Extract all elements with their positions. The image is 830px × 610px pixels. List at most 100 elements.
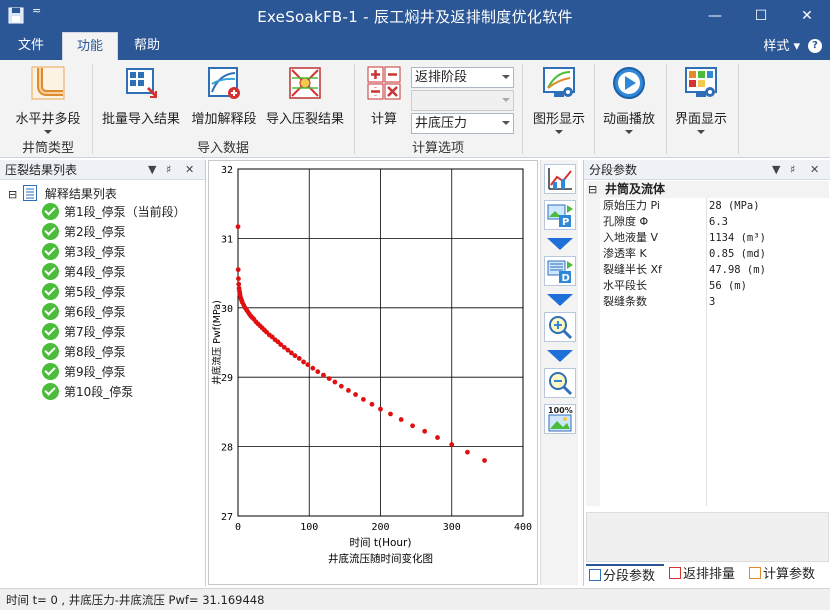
export-data-icon: D (547, 260, 573, 284)
pin-icon[interactable]: ♯ (790, 160, 795, 180)
dropdown-arrow-icon (625, 130, 633, 134)
property-category[interactable]: ⊟ 井筒及流体 (586, 181, 829, 198)
list-item-label: 第7段_停泵 (64, 325, 126, 339)
menu-bar: 文件 功能 帮助 样式 ▾ ? (0, 32, 830, 60)
add-segment-button[interactable]: 增加解释段 (186, 66, 262, 127)
property-description (586, 512, 829, 562)
data-point (398, 417, 404, 422)
chevron-down-icon (502, 121, 510, 125)
calculator-icon (367, 66, 401, 100)
stage-select[interactable]: 返排阶段 (411, 67, 514, 88)
property-value[interactable]: 56 (m) (709, 278, 747, 294)
tab-segment-params[interactable]: 分段参数 (586, 564, 664, 586)
pressure-time-chart[interactable]: 0 100 200 300 400272829303132时间 t(Hour)井底流压随… (209, 161, 539, 586)
category-collapse-icon[interactable]: ⊟ (588, 183, 597, 196)
chart-type-icon (548, 168, 572, 190)
horizontal-multistage-button[interactable]: 水平井多段 (8, 66, 88, 134)
import-frac-label: 导入压裂结果 (265, 112, 344, 127)
panel-dropdown-icon[interactable]: ▼ (148, 160, 156, 180)
tree-root[interactable]: ⊟ 解释结果列表 (8, 182, 117, 202)
ribbon-separator (522, 64, 523, 154)
chevron-down-icon[interactable] (546, 348, 574, 364)
property-row[interactable]: 裂缝半长 Xf 47.98 (m) (586, 262, 829, 278)
menu-function[interactable]: 功能 (62, 32, 118, 60)
list-item-label: 第5段_停泵 (64, 285, 126, 299)
tree-collapse-icon[interactable]: ⊟ (8, 188, 17, 201)
svg-text:P: P (562, 217, 569, 228)
list-item[interactable]: 第1段_停泵（当前段） (42, 202, 186, 222)
list-item[interactable]: 第10段_停泵 (42, 382, 133, 402)
style-menu-label: 样式 (763, 39, 790, 54)
animation-play-icon (613, 67, 645, 99)
property-row[interactable]: 水平段长 56 (m) (586, 278, 829, 294)
property-row[interactable]: 渗透率 K 0.85 (md) (586, 246, 829, 262)
data-point (315, 369, 321, 375)
list-item-label: 第10段_停泵 (64, 385, 134, 399)
chart-type-button[interactable] (544, 164, 576, 194)
pin-icon[interactable]: ♯ (166, 160, 171, 180)
data-point (369, 401, 375, 407)
export-picture-button[interactable]: P (544, 200, 576, 230)
list-item[interactable]: 第3段_停泵 (42, 242, 126, 262)
tab-calc-params[interactable]: 计算参数 (746, 564, 826, 586)
list-icon (23, 185, 38, 201)
batch-import-button[interactable]: 批量导入结果 (98, 66, 184, 127)
list-item[interactable]: 第6段_停泵 (42, 302, 126, 322)
property-value[interactable]: 6.3 (709, 214, 728, 230)
ribbon-separator (666, 64, 667, 154)
menu-help[interactable]: 帮助 (122, 32, 172, 60)
chevron-down-icon[interactable] (546, 292, 574, 308)
close-button[interactable]: ✕ (784, 0, 830, 32)
import-frac-button[interactable]: 导入压裂结果 (262, 66, 348, 127)
property-value[interactable]: 1134 (m³) (709, 230, 766, 246)
chart-toolstrip: P D 100% (540, 160, 578, 585)
property-row[interactable]: 孔隙度 Φ 6.3 (586, 214, 829, 230)
export-data-button[interactable]: D (544, 256, 576, 286)
property-row[interactable]: 原始压力 Pi 28 (MPa) (586, 198, 829, 214)
help-icon[interactable]: ? (808, 39, 822, 53)
graph-display-button[interactable]: 图形显示 (526, 66, 592, 134)
pressure-select[interactable]: 井底压力 (411, 113, 514, 134)
tab-flowback-rate[interactable]: 返排排量 (666, 564, 744, 586)
tab-icon (589, 569, 601, 581)
panel-title: 分段参数 (589, 163, 638, 177)
property-row[interactable]: 裂缝条数 3 (586, 294, 829, 310)
ribbon-separator (92, 64, 93, 154)
animation-play-button[interactable]: 动画播放 (596, 66, 662, 134)
svg-text:100%: 100% (548, 406, 573, 415)
property-key: 渗透率 K (603, 247, 647, 260)
property-value[interactable]: 47.98 (m) (709, 262, 766, 278)
style-menu[interactable]: 样式 ▾ (763, 32, 800, 60)
list-item[interactable]: 第2段_停泵 (42, 222, 126, 242)
interface-display-button[interactable]: 界面显示 (668, 66, 734, 134)
calculate-button[interactable]: 计算 (360, 66, 408, 127)
menu-file[interactable]: 文件 (6, 32, 56, 60)
panel-dropdown-icon[interactable]: ▼ (772, 160, 780, 180)
property-value[interactable]: 0.85 (md) (709, 246, 766, 262)
property-value[interactable]: 28 (MPa) (709, 198, 760, 214)
data-point (435, 435, 440, 440)
horizontal-multistage-label: 水平井多段 (15, 112, 81, 127)
panel-close-icon[interactable]: ✕ (810, 160, 819, 180)
zoom-100-button[interactable]: 100% (544, 404, 576, 434)
list-item-label: 第8段_停泵 (64, 345, 126, 359)
list-item[interactable]: 第7段_停泵 (42, 322, 126, 342)
interface-display-label: 界面显示 (674, 112, 727, 127)
group-label-calc: 计算选项 (411, 141, 464, 156)
data-point (235, 267, 241, 273)
zoom-in-button[interactable] (544, 312, 576, 342)
property-row[interactable]: 入地液量 V 1134 (m³) (586, 230, 829, 246)
list-item[interactable]: 第4段_停泵 (42, 262, 126, 282)
list-item[interactable]: 第5段_停泵 (42, 282, 126, 302)
dropdown-arrow-icon (697, 130, 705, 134)
maximize-button[interactable]: ☐ (738, 0, 784, 32)
panel-close-icon[interactable]: ✕ (185, 160, 194, 180)
ribbon-separator (354, 64, 355, 154)
minimize-button[interactable]: — (692, 0, 738, 32)
list-item[interactable]: 第9段_停泵 (42, 362, 126, 382)
zoom-out-button[interactable] (544, 368, 576, 398)
property-key: 水平段长 (603, 279, 647, 292)
property-value[interactable]: 3 (709, 294, 715, 310)
list-item[interactable]: 第8段_停泵 (42, 342, 126, 362)
chevron-down-icon[interactable] (546, 236, 574, 252)
